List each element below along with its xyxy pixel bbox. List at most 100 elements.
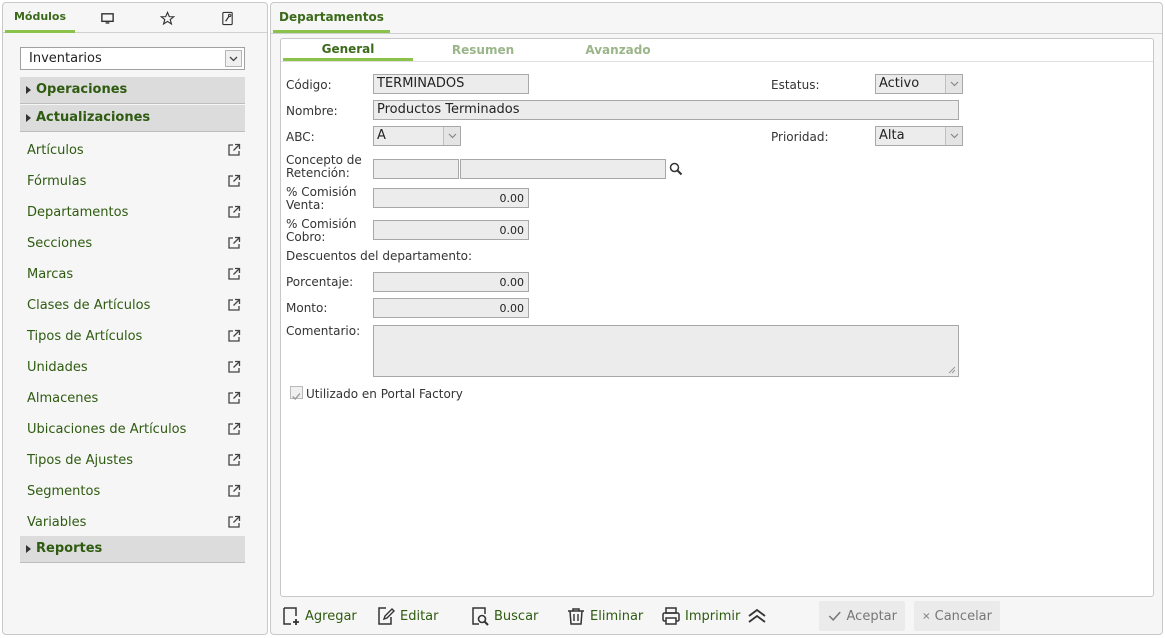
collapse-toolbar-button[interactable] [747, 601, 771, 631]
concepto-code-field[interactable] [373, 159, 459, 179]
estatus-value: Activo [879, 76, 920, 91]
chevron-down-icon[interactable] [443, 127, 460, 145]
menu-item[interactable]: Fórmulas [27, 171, 245, 193]
monto-field[interactable]: 0.00 [373, 298, 529, 318]
porcentaje-label: Porcentaje: [286, 275, 354, 289]
prioridad-select[interactable]: Alta [875, 126, 963, 146]
modules-panel: Módulos Inventarios Operaciones Actualiz… [2, 2, 268, 635]
porcentaje-field[interactable]: 0.00 [373, 272, 529, 292]
menu-item-label: Tipos de Ajustes [27, 453, 134, 468]
buscar-label: Buscar [494, 608, 539, 624]
section-operaciones[interactable]: Operaciones [20, 77, 245, 104]
menu-item-label: Marcas [27, 267, 74, 282]
tab-departamentos[interactable]: Departamentos [273, 3, 390, 33]
cancelar-button[interactable]: Cancelar [914, 601, 1000, 631]
external-link-icon[interactable] [227, 174, 241, 188]
module-select[interactable]: Inventarios [20, 47, 245, 70]
section-reportes[interactable]: Reportes [20, 536, 245, 563]
prioridad-value: Alta [879, 128, 905, 143]
menu-item[interactable]: Segmentos [27, 481, 245, 503]
external-link-icon[interactable] [227, 236, 241, 250]
section-label: Actualizaciones [36, 110, 151, 125]
resize-grip-icon[interactable] [948, 366, 956, 374]
menu-item[interactable]: Departamentos [27, 202, 245, 224]
chevron-down-icon[interactable] [945, 127, 962, 145]
nombre-field[interactable]: Productos Terminados [373, 100, 959, 120]
external-link-icon[interactable] [227, 360, 241, 374]
tab-avanzado[interactable]: Avanzado [553, 39, 683, 61]
comision-venta-label-line2: Venta: [286, 198, 325, 212]
tab-tools[interactable] [211, 3, 243, 33]
external-link-icon[interactable] [227, 329, 241, 343]
comentario-textarea[interactable] [373, 325, 959, 377]
external-link-icon[interactable] [227, 453, 241, 467]
tab-favorites[interactable] [151, 3, 183, 33]
star-icon [159, 10, 175, 25]
menu-item[interactable]: Tipos de Ajustes [27, 450, 245, 472]
comision-cobro-field[interactable]: 0.00 [373, 220, 529, 240]
prioridad-label: Prioridad: [771, 130, 829, 144]
checkmark-icon [292, 393, 301, 401]
external-link-icon[interactable] [227, 143, 241, 157]
caret-right-icon [26, 86, 31, 94]
comision-cobro-label-line2: Cobro: [286, 230, 326, 244]
menu-item[interactable]: Unidades [27, 357, 245, 379]
menu-item-label: Clases de Artículos [27, 298, 151, 313]
external-link-icon[interactable] [227, 391, 241, 405]
menu-item[interactable]: Artículos [27, 140, 245, 162]
menu-item[interactable]: Variables [27, 512, 245, 534]
module-select-value: Inventarios [29, 51, 102, 66]
tab-desktop[interactable] [91, 3, 123, 33]
editar-label: Editar [400, 608, 439, 624]
menu-item-label: Artículos [27, 143, 84, 158]
section-label: Reportes [36, 541, 103, 556]
concepto-desc-field[interactable] [460, 159, 666, 179]
agregar-label: Agregar [305, 608, 357, 624]
menu-item[interactable]: Marcas [27, 264, 245, 286]
tab-general[interactable]: General [283, 39, 413, 61]
external-link-icon[interactable] [227, 298, 241, 312]
imprimir-button[interactable]: Imprimir [661, 601, 740, 631]
chevron-down-icon[interactable] [945, 75, 962, 93]
portal-factory-checkbox[interactable] [290, 386, 303, 401]
external-link-icon[interactable] [227, 267, 241, 281]
buscar-button[interactable]: Buscar [470, 601, 538, 631]
menu-item[interactable]: Almacenes [27, 388, 245, 410]
double-chevron-up-icon [748, 608, 766, 623]
agregar-button[interactable]: Agregar [281, 601, 357, 631]
descuentos-label: Descuentos del departamento: [286, 249, 473, 263]
department-form: General Resumen Avanzado Código: TERMINA… [280, 38, 1154, 597]
tab-modulos[interactable]: Módulos [5, 3, 75, 33]
comision-venta-field[interactable]: 0.00 [373, 188, 529, 208]
external-link-icon[interactable] [227, 422, 241, 436]
codigo-field[interactable]: TERMINADOS [373, 74, 529, 94]
search-icon[interactable] [669, 162, 683, 176]
chevron-down-icon[interactable] [225, 50, 242, 67]
divider [271, 33, 1162, 34]
menu-item[interactable]: Ubicaciones de Artículos [27, 419, 245, 441]
eliminar-button[interactable]: Eliminar [566, 601, 643, 631]
tab-resumen[interactable]: Resumen [418, 39, 548, 61]
menu-item-label: Segmentos [27, 484, 101, 499]
menu-item[interactable]: Secciones [27, 233, 245, 255]
section-actualizaciones[interactable]: Actualizaciones [20, 105, 245, 132]
nombre-label: Nombre: [286, 104, 338, 118]
external-link-icon[interactable] [227, 515, 241, 529]
external-link-icon[interactable] [227, 484, 241, 498]
tools-icon [221, 11, 233, 25]
abc-select[interactable]: A [373, 126, 461, 146]
menu-item-label: Fórmulas [27, 174, 87, 189]
menu-item[interactable]: Tipos de Artículos [27, 326, 245, 348]
menu-item[interactable]: Clases de Artículos [27, 295, 245, 317]
codigo-label: Código: [286, 78, 332, 92]
estatus-select[interactable]: Activo [875, 74, 963, 94]
editar-button[interactable]: Editar [376, 601, 439, 631]
caret-right-icon [26, 114, 31, 122]
imprimir-label: Imprimir [685, 608, 741, 624]
estatus-label: Estatus: [771, 78, 820, 92]
edit-icon [378, 607, 395, 625]
external-link-icon[interactable] [227, 205, 241, 219]
abc-value: A [377, 128, 386, 143]
abc-label: ABC: [286, 130, 315, 144]
aceptar-button[interactable]: Aceptar [819, 601, 905, 631]
